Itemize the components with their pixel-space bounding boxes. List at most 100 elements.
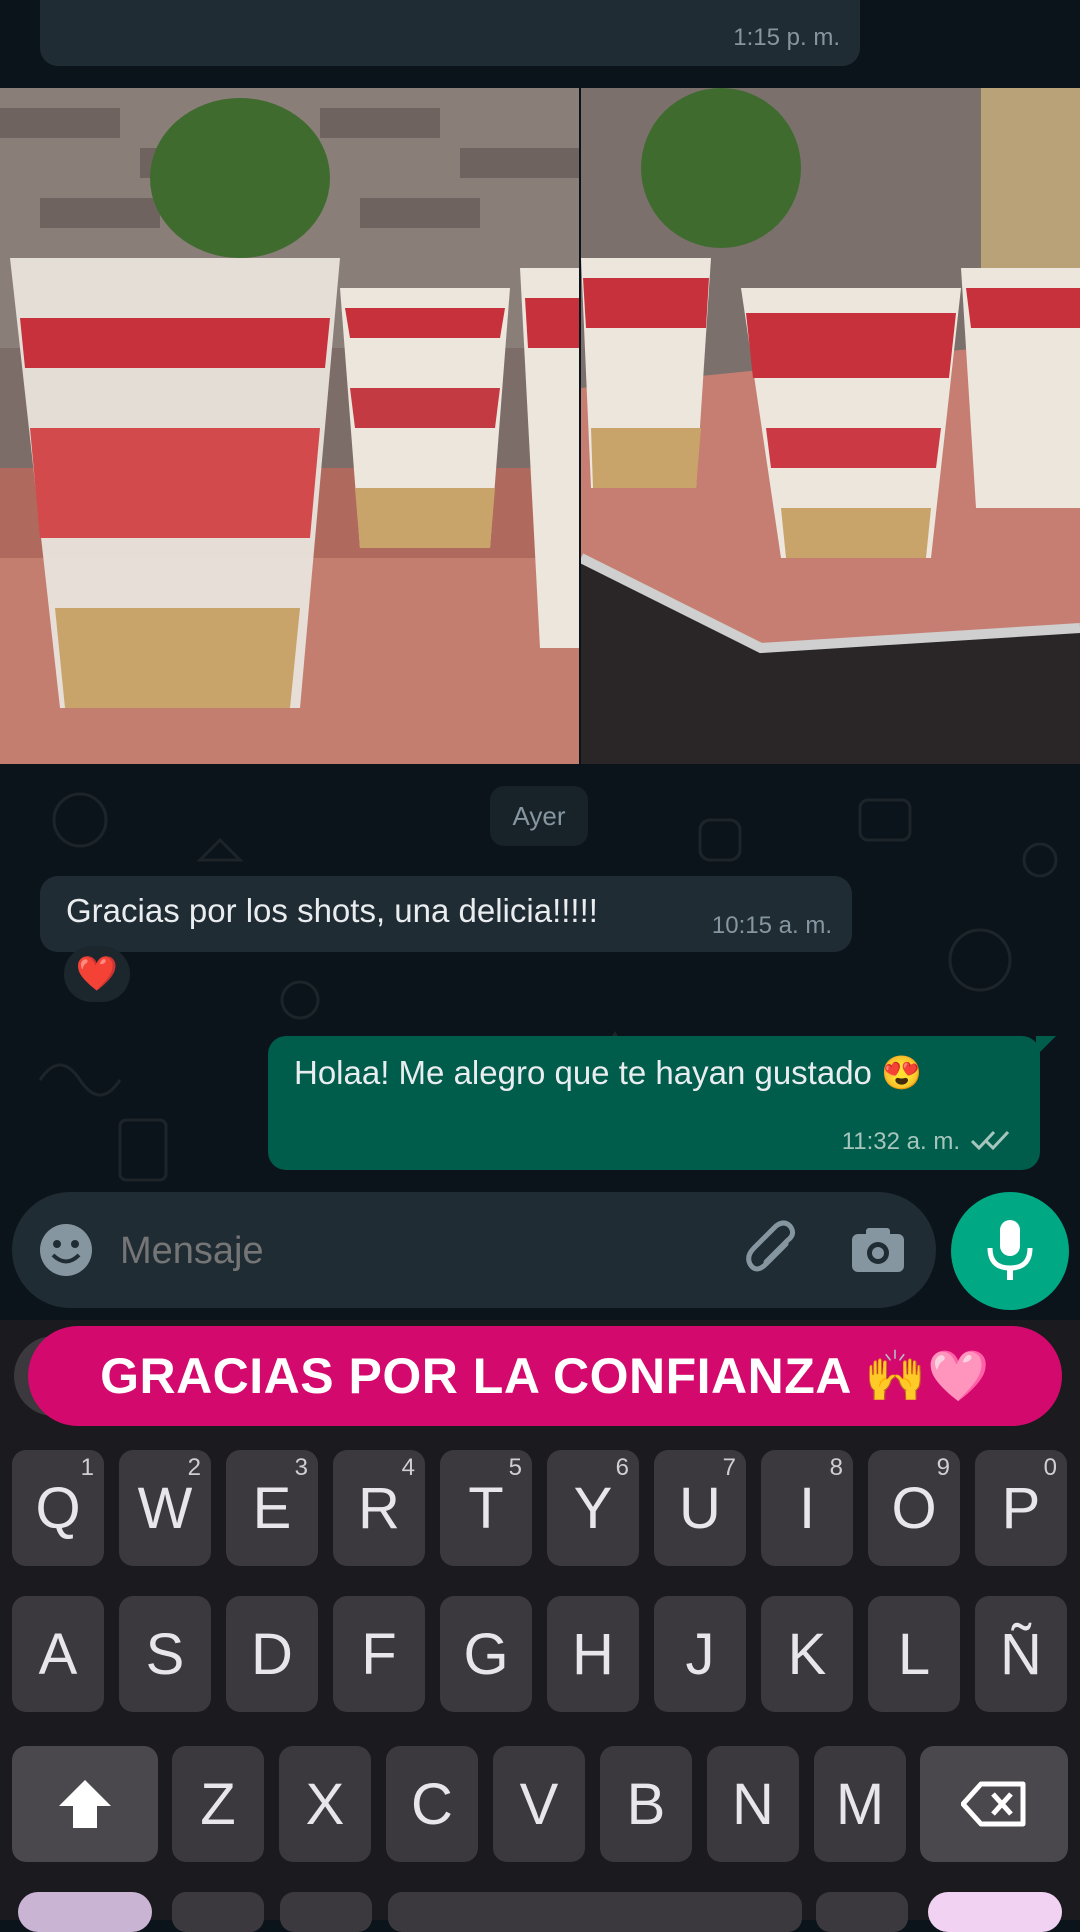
key-o[interactable]: O9 — [868, 1450, 960, 1566]
key-l[interactable]: L — [868, 1596, 960, 1712]
key-label: I — [798, 1475, 816, 1541]
incoming-message-time: 10:15 a. m. — [711, 912, 832, 939]
key-label: J — [685, 1621, 715, 1687]
key-label: V — [519, 1771, 559, 1837]
outgoing-message-text: Holaa! Me alegro que te hayan gustado 😍 — [294, 1054, 923, 1091]
emoji-key[interactable] — [280, 1892, 372, 1932]
key-s[interactable]: S — [119, 1596, 211, 1712]
shift-icon — [59, 1780, 111, 1828]
key-hint: 9 — [936, 1454, 950, 1481]
key-label: D — [251, 1621, 293, 1687]
message-input[interactable] — [118, 1216, 702, 1286]
key-x[interactable]: X — [279, 1746, 371, 1862]
shift-key[interactable] — [12, 1746, 158, 1862]
key-label: G — [463, 1621, 509, 1687]
key-label: E — [252, 1475, 292, 1541]
key-label: Z — [200, 1771, 236, 1837]
key-hint: 7 — [722, 1454, 736, 1481]
key-label: F — [361, 1621, 397, 1687]
key-p[interactable]: P0 — [975, 1450, 1067, 1566]
key-b[interactable]: B — [600, 1746, 692, 1862]
key-label: M — [835, 1771, 885, 1837]
top-message-time: 1:15 p. m. — [733, 24, 840, 51]
key-z[interactable]: Z — [172, 1746, 264, 1862]
key-label: A — [38, 1621, 78, 1687]
space-key[interactable] — [388, 1892, 802, 1932]
mic-button[interactable] — [951, 1192, 1069, 1310]
key-a[interactable]: A — [12, 1596, 104, 1712]
key-label: W — [137, 1475, 193, 1541]
mic-icon — [987, 1220, 1033, 1280]
key-label: T — [468, 1475, 504, 1541]
key-q[interactable]: Q1 — [12, 1450, 104, 1566]
key-m[interactable]: M — [814, 1746, 906, 1862]
outgoing-message-time: 11:32 a. m. — [841, 1128, 960, 1155]
key-label: H — [572, 1621, 614, 1687]
comma-key[interactable] — [172, 1892, 264, 1932]
photo-left — [0, 88, 579, 764]
key-label: O — [891, 1475, 937, 1541]
key-y[interactable]: Y6 — [547, 1450, 639, 1566]
key-label: Q — [35, 1475, 81, 1541]
key-label: B — [626, 1771, 666, 1837]
key-hint: 5 — [508, 1454, 522, 1481]
key-e[interactable]: E3 — [226, 1450, 318, 1566]
key-label: P — [1001, 1475, 1041, 1541]
key-hint: 1 — [80, 1454, 94, 1481]
key-label: S — [145, 1621, 185, 1687]
key-ñ[interactable]: Ñ — [975, 1596, 1067, 1712]
day-separator: Ayer — [490, 786, 588, 846]
outgoing-message-bubble[interactable]: Holaa! Me alegro que te hayan gustado 😍 … — [268, 1036, 1040, 1170]
heart-reaction-icon: ❤️ — [75, 954, 119, 994]
chat-area[interactable]: 1:15 p. m. Ayer Gracias por los shots, u… — [0, 0, 1080, 1320]
incoming-message-bubble[interactable]: Gracias por los shots, una delicia!!!!! … — [40, 876, 852, 952]
key-f[interactable]: F — [333, 1596, 425, 1712]
key-label: U — [679, 1475, 721, 1541]
backspace-icon — [961, 1781, 1026, 1827]
key-t[interactable]: T5 — [440, 1450, 532, 1566]
key-hint: 8 — [829, 1454, 843, 1481]
key-hint: 0 — [1043, 1454, 1057, 1481]
message-composer[interactable] — [12, 1192, 936, 1308]
suggestion-chip[interactable]: GRACIAS POR LA CONFIANZA 🙌🩷 — [28, 1326, 1062, 1426]
key-r[interactable]: R4 — [333, 1450, 425, 1566]
key-hint: 2 — [187, 1454, 201, 1481]
key-g[interactable]: G — [440, 1596, 532, 1712]
incoming-message-text: Gracias por los shots, una delicia!!!!! — [66, 892, 598, 929]
outgoing-bubble-tail — [1036, 1036, 1056, 1056]
key-label: R — [358, 1475, 400, 1541]
key-n[interactable]: N — [707, 1746, 799, 1862]
dessert-photo-left[interactable] — [0, 88, 579, 764]
period-key[interactable] — [816, 1892, 908, 1932]
key-i[interactable]: I8 — [761, 1450, 853, 1566]
key-label: L — [897, 1621, 931, 1687]
emoji-icon[interactable] — [38, 1222, 94, 1278]
enter-key[interactable] — [928, 1892, 1062, 1932]
backspace-key[interactable] — [920, 1746, 1068, 1862]
key-label: Ñ — [1000, 1621, 1042, 1687]
camera-icon[interactable] — [848, 1220, 908, 1280]
double-check-icon — [970, 1130, 1010, 1151]
top-message-bubble[interactable]: 1:15 p. m. — [40, 0, 860, 66]
key-d[interactable]: D — [226, 1596, 318, 1712]
key-hint: 3 — [294, 1454, 308, 1481]
photo-right — [581, 88, 1080, 764]
key-label: C — [411, 1771, 453, 1837]
key-c[interactable]: C — [386, 1746, 478, 1862]
dessert-photo-right[interactable] — [581, 88, 1080, 764]
key-hint: 4 — [401, 1454, 415, 1481]
key-label: Y — [573, 1475, 613, 1541]
key-u[interactable]: U7 — [654, 1450, 746, 1566]
key-label: N — [732, 1771, 774, 1837]
key-hint: 6 — [615, 1454, 629, 1481]
key-v[interactable]: V — [493, 1746, 585, 1862]
key-w[interactable]: W2 — [119, 1450, 211, 1566]
key-label: K — [787, 1621, 827, 1687]
symbols-key[interactable] — [18, 1892, 152, 1932]
key-k[interactable]: K — [761, 1596, 853, 1712]
key-label: X — [305, 1771, 345, 1837]
key-j[interactable]: J — [654, 1596, 746, 1712]
attach-icon[interactable] — [742, 1220, 802, 1280]
key-h[interactable]: H — [547, 1596, 639, 1712]
message-reaction[interactable]: ❤️ — [64, 946, 130, 1002]
